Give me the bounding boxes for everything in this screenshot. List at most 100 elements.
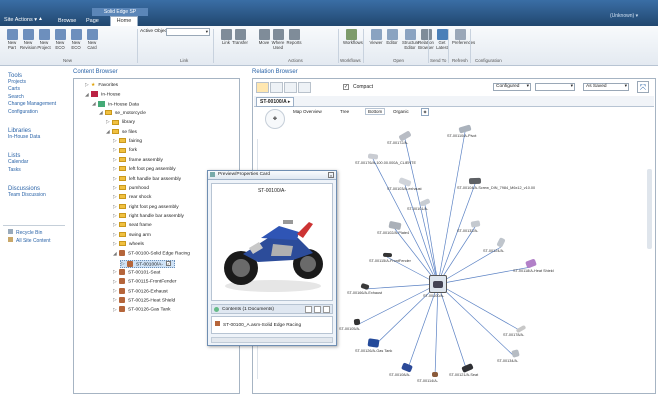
ribbon-button-transfer-8[interactable]: Transfer [232,29,248,46]
folder-icon [119,166,126,172]
relation-browser-title: Relation Browser [252,69,298,75]
site-actions-menu[interactable]: Site Actions ▾ [4,17,37,23]
relation-node-part[interactable] [401,362,413,373]
ribbon-separator [213,29,214,63]
ribbon-button-new-eco-3[interactable]: New ECO [52,29,68,50]
ribbon-button-new-revision-1[interactable]: New Revision [20,29,36,50]
tree-item-label: ST-00101-Seat [128,270,161,276]
ribbon-button-where-used-10[interactable]: Where Used [270,29,286,50]
nav-item-carts[interactable]: Carts [8,86,68,93]
ribbon-button-viewer-14[interactable]: Viewer [368,29,384,46]
ribbon-button-structure-editor-16[interactable]: Structure Editor [402,29,419,50]
relation-node-part[interactable] [388,220,402,231]
horizontal-scrollbar[interactable] [211,337,333,343]
center-node[interactable] [429,275,447,293]
checkout-check-icon[interactable]: ✓ [165,260,171,266]
active-object-select[interactable]: ▾ [166,28,210,36]
tree-item-label: rear shock [129,195,152,201]
tree-item[interactable]: ◢ se files [106,128,137,137]
nav-item-calendar[interactable]: Calendar [8,159,68,166]
tree-item[interactable]: ▷ wheels [113,241,144,249]
nav-item-team-discussion[interactable]: Team Discussion [8,192,68,199]
tree-item[interactable]: ◢ ST-00100-Solid Edge Racing [113,250,190,258]
tab-home[interactable]: Home [110,16,138,26]
download-icon[interactable] [314,306,321,313]
ribbon-button-new-project-2[interactable]: New Project [36,29,52,50]
collapse-icon[interactable] [214,307,219,312]
nav-item-projects[interactable]: Projects [8,79,68,86]
nav-item-configuration[interactable]: Configuration [8,109,68,116]
tree-item[interactable]: ▷ library [106,119,135,127]
ribbon-button-preferences-19[interactable]: Preferences [452,29,475,46]
tree-item[interactable]: ▷ ST-00100/A- ✓ [120,259,175,268]
relation-node-part[interactable] [525,258,537,269]
relation-node-part[interactable] [431,371,439,378]
tab-page[interactable]: Page [82,17,103,25]
relation-node-part[interactable] [468,177,482,185]
tree-item[interactable]: ▷ pumhood [113,185,149,193]
document-row[interactable]: ST-00100_A.asm-Solid Edge Racing [215,321,332,328]
tree-item[interactable]: ▷ left foot peg assembly [113,166,176,174]
relation-node-part[interactable] [366,338,380,348]
nav-icon[interactable]: ▲ [38,16,43,22]
tree-item[interactable]: ◢ In-House [85,91,120,99]
tree-item[interactable]: ▷ rear shock [113,194,151,202]
relation-node-part[interactable] [470,220,480,228]
nav-item-search[interactable]: Search [8,94,68,101]
view-icon[interactable] [323,306,330,313]
ribbon-button-editor-15[interactable]: Editor [384,29,400,46]
relation-node-part[interactable] [458,124,472,134]
nav-item-tasks[interactable]: Tasks [8,167,68,174]
tree-item[interactable]: ▷ ST-00125-Heat Shield [113,297,175,305]
tree-item[interactable]: ▷ ★ Favorites [85,82,118,90]
ribbon-button-label: Workflows [343,40,363,45]
user-menu[interactable]: (Unknown) ▾ [610,13,638,19]
relation-node-part[interactable] [353,318,361,326]
relation-node-part[interactable] [367,153,379,160]
assembly-icon [433,281,443,288]
ribbon-button-workflows-13[interactable]: Workflows [343,29,363,46]
tree-item-label: ST-00100-Solid Edge Racing [128,251,190,257]
relation-node-label: ST-00166/A-Exhaust [347,291,383,295]
document-name: ST-00100_A.asm-Solid Edge Racing [223,323,302,328]
tree-item[interactable]: ◢ se_motorcycle [99,110,146,118]
relation-node-part[interactable] [496,237,506,248]
relation-node-part[interactable] [460,363,474,373]
ribbon-button-new-eco-4[interactable]: New ECO [68,29,84,50]
ribbon-button-label: Viewer [369,40,383,45]
tree-item[interactable]: ▷ ST-00101-Seat [113,269,160,277]
relation-node-part[interactable] [515,324,527,334]
editor-icon [386,29,398,40]
tab-browse[interactable]: Browse [54,17,80,25]
nav-item-in-house-data[interactable]: In-House Data [8,134,68,141]
tree-item[interactable]: ▷ fork [113,147,137,155]
relation-node-part[interactable] [510,349,520,358]
ribbon-button-new-card-5[interactable]: New Card [84,29,100,50]
tree-item[interactable]: ▷ right handle bar assembly [113,213,184,221]
nav-item-change-management[interactable]: Change Management [8,101,68,108]
tree-item[interactable]: ▷ ST-00126-Exhaust [113,287,168,296]
part-icon [119,250,125,257]
tree-item[interactable]: ▷ left handle bar assembly [113,175,181,184]
tree-item[interactable]: ◢ In-House Data [92,100,139,109]
ribbon-button-reports-11[interactable]: Reports [286,29,302,46]
relation-node-part[interactable] [360,282,370,291]
close-icon[interactable]: × [328,172,334,178]
ribbon-button-new-part-0[interactable]: New Part [4,29,20,50]
relation-node-part[interactable] [419,198,431,207]
ribbon-button-relation-browser-17[interactable]: Relation Browser [418,29,434,50]
relation-node-part[interactable] [382,252,392,258]
tree-item[interactable]: ▷ seat frame [113,222,152,230]
all-site-content-link[interactable]: All Site Content [8,237,50,245]
tree-item[interactable]: ▷ ST-00115-FrontFender [113,278,176,286]
open-doc-icon[interactable] [305,306,312,313]
relation-node-label: ST-00102/A-Plate4 [377,231,410,235]
relation-node-part[interactable] [398,130,412,142]
tree-item[interactable]: ▷ fairing [113,138,142,146]
tree-item[interactable]: ▷ ST-00126-Gas Tank [113,306,171,314]
tree-item[interactable]: ▷ swing arm [113,231,151,240]
tree-item[interactable]: ▷ frame assembly [113,157,163,165]
relation-node-label: ST-00121/A-Seat [449,373,479,377]
tree-item[interactable]: ▷ right foot peg assembly [113,203,179,212]
relation-node-part[interactable] [398,177,412,187]
